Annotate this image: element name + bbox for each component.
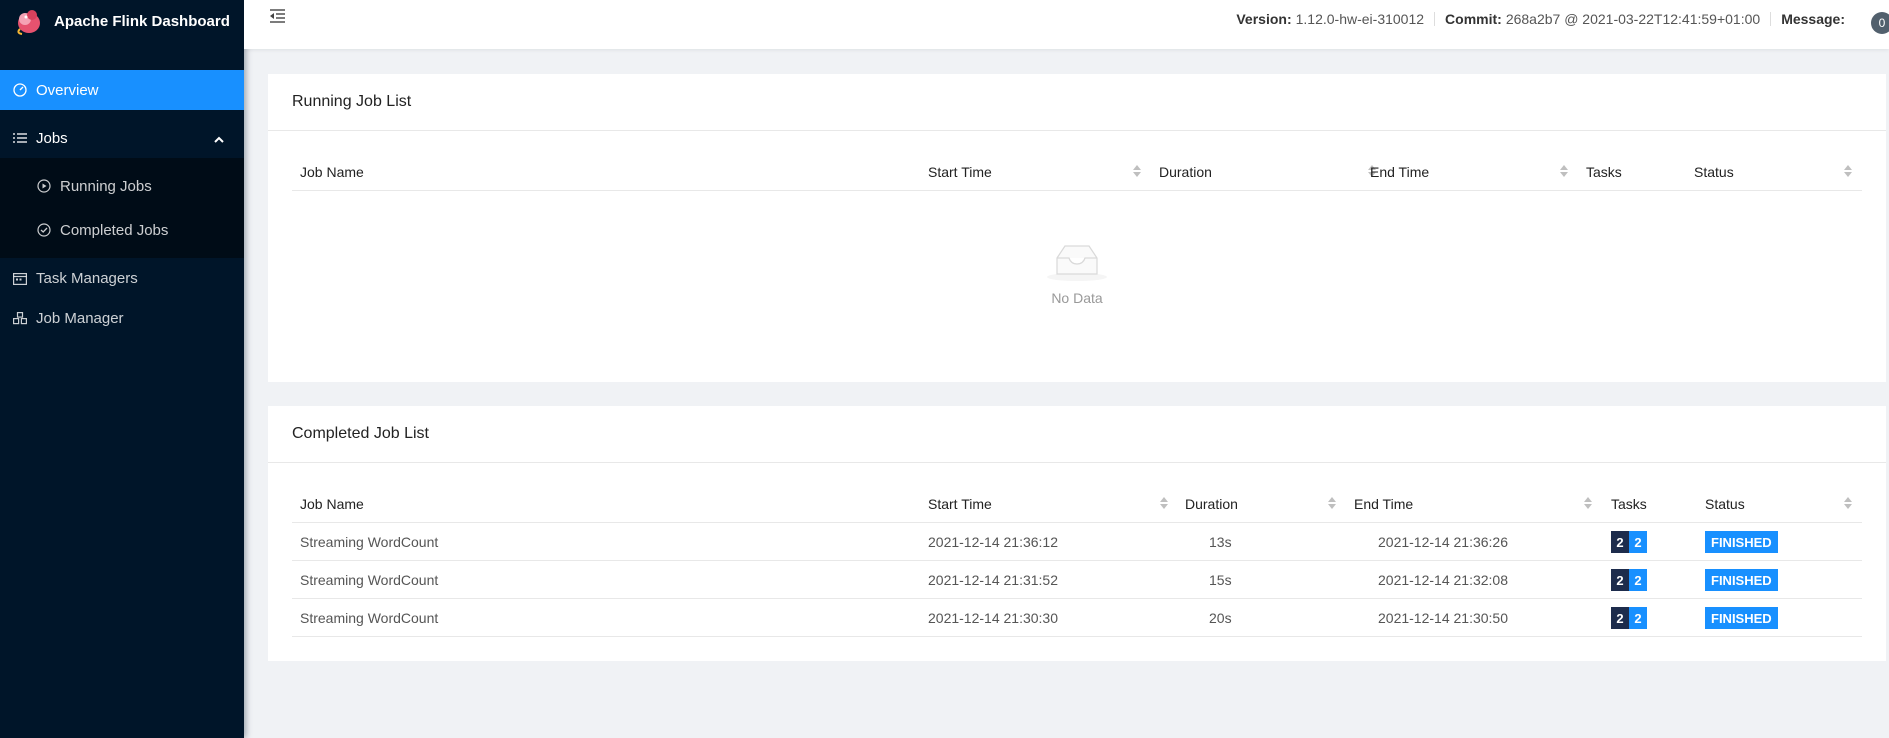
empty-state: No Data (268, 240, 1886, 306)
task-count-total: 2 (1611, 607, 1629, 629)
job-name-cell: Streaming WordCount (300, 534, 439, 550)
sidebar-item-overview[interactable]: Overview (0, 70, 244, 110)
sidebar: Apache Flink Dashboard Overview Jobs Run… (0, 0, 244, 738)
sidebar-item-label: Overview (36, 81, 99, 99)
task-counts: 2 2 (1611, 607, 1647, 629)
sidebar-item-running-jobs[interactable]: Running Jobs (0, 166, 244, 206)
chevron-up-icon (214, 131, 224, 148)
sidebar-item-label: Jobs (36, 129, 68, 147)
sort-icon[interactable] (1844, 497, 1852, 511)
task-counts: 2 2 (1611, 531, 1647, 553)
commit-value: 268a2b7 @ 2021-03-22T12:41:59+01:00 (1505, 11, 1761, 27)
divider (1434, 12, 1436, 26)
cluster-icon (12, 310, 28, 326)
brand[interactable]: Apache Flink Dashboard (0, 0, 244, 42)
card-title: Completed Job List (268, 406, 1886, 463)
column-header-start-time[interactable]: Start Time (928, 152, 992, 191)
version-value: 1.12.0-hw-ei-310012 (1295, 11, 1425, 27)
card-title: Running Job List (268, 74, 1886, 131)
inbox-icon (1045, 240, 1109, 282)
completed-jobs-table: Job Name Start Time Duration End Time Ta… (292, 484, 1862, 637)
sort-icon[interactable] (1160, 497, 1168, 511)
job-name-cell: Streaming WordCount (300, 610, 439, 626)
column-header-tasks: Tasks (1586, 163, 1622, 180)
status-badge: FINISHED (1705, 607, 1778, 629)
start-time-cell: 2021-12-14 21:30:30 (928, 610, 1058, 626)
start-time-cell: 2021-12-14 21:31:52 (928, 572, 1058, 588)
column-header-start-time[interactable]: Start Time (928, 484, 992, 523)
column-header-end-time[interactable]: End Time (1370, 152, 1429, 191)
end-time-cell: 2021-12-14 21:36:26 (1378, 534, 1508, 550)
task-count-finished: 2 (1629, 569, 1647, 591)
tasks-cell: 2 2 (1611, 599, 1647, 637)
task-count-finished: 2 (1629, 531, 1647, 553)
tasks-cell: 2 2 (1611, 523, 1647, 561)
menu-fold-icon[interactable] (268, 8, 286, 24)
task-counts: 2 2 (1611, 569, 1647, 591)
column-header-status[interactable]: Status (1705, 484, 1745, 523)
sort-icon[interactable] (1584, 497, 1592, 511)
duration-cell: 15s (1209, 572, 1232, 588)
tasks-cell: 2 2 (1611, 561, 1647, 599)
message-count-badge[interactable]: 0 (1871, 12, 1889, 34)
list-icon (12, 130, 28, 146)
task-count-finished: 2 (1629, 607, 1647, 629)
commit-label: Commit: (1445, 11, 1502, 27)
sidebar-item-completed-jobs[interactable]: Completed Jobs (0, 210, 244, 250)
sidebar-item-jobs[interactable]: Jobs (0, 118, 244, 158)
sidebar-item-label: Running Jobs (60, 177, 152, 195)
duration-cell: 20s (1209, 610, 1232, 626)
top-header: Version: 1.12.0-hw-ei-310012 Commit: 268… (244, 0, 1889, 49)
dashboard-icon (12, 82, 28, 98)
status-badge: FINISHED (1705, 531, 1778, 553)
sidebar-item-label: Job Manager (36, 309, 124, 327)
status-badge: FINISHED (1705, 569, 1778, 591)
column-header-tasks: Tasks (1611, 495, 1647, 512)
flink-logo-icon (12, 5, 44, 37)
divider (1770, 12, 1772, 26)
completed-job-list-card: Completed Job List Job Name Start Time D… (268, 406, 1886, 661)
play-circle-icon (36, 178, 52, 194)
column-header-end-time[interactable]: End Time (1354, 484, 1413, 523)
running-job-list-card: Running Job List Job Name Start Time Dur… (268, 74, 1886, 382)
sort-icon[interactable] (1133, 165, 1141, 179)
jobs-submenu: Running Jobs Completed Jobs (0, 158, 244, 258)
running-jobs-table: Job Name Start Time Duration End Time Ta… (292, 152, 1862, 191)
task-count-total: 2 (1611, 531, 1629, 553)
version-label: Version: (1236, 11, 1292, 27)
column-header-status[interactable]: Status (1694, 152, 1734, 191)
sort-icon[interactable] (1328, 497, 1336, 511)
table-row[interactable]: Streaming WordCount 2021-12-14 21:36:12 … (292, 523, 1862, 561)
column-header-job-name[interactable]: Job Name (300, 484, 364, 523)
message-label[interactable]: Message: (1781, 11, 1845, 27)
status-cell: FINISHED (1705, 523, 1778, 561)
check-circle-icon (36, 222, 52, 238)
table-row[interactable]: Streaming WordCount 2021-12-14 21:31:52 … (292, 561, 1862, 599)
schedule-icon (12, 270, 28, 286)
sidebar-item-task-managers[interactable]: Task Managers (0, 258, 244, 298)
column-header-job-name[interactable]: Job Name (300, 152, 364, 191)
end-time-cell: 2021-12-14 21:32:08 (1378, 572, 1508, 588)
column-header-duration[interactable]: Duration (1159, 152, 1212, 191)
table-row[interactable]: Streaming WordCount 2021-12-14 21:30:30 … (292, 599, 1862, 637)
sidebar-item-label: Task Managers (36, 269, 138, 287)
empty-text: No Data (1051, 290, 1103, 306)
column-header-duration[interactable]: Duration (1185, 484, 1238, 523)
end-time-cell: 2021-12-14 21:30:50 (1378, 610, 1508, 626)
table-header: Job Name Start Time Duration End Time Ta… (292, 152, 1862, 191)
brand-title: Apache Flink Dashboard (54, 12, 230, 30)
job-name-cell: Streaming WordCount (300, 572, 439, 588)
status-cell: FINISHED (1705, 561, 1778, 599)
start-time-cell: 2021-12-14 21:36:12 (928, 534, 1058, 550)
task-count-total: 2 (1611, 569, 1629, 591)
status-cell: FINISHED (1705, 599, 1778, 637)
table-header: Job Name Start Time Duration End Time Ta… (292, 484, 1862, 523)
duration-cell: 13s (1209, 534, 1232, 550)
sidebar-item-job-manager[interactable]: Job Manager (0, 298, 244, 338)
header-info: Version: 1.12.0-hw-ei-310012 Commit: 268… (1236, 11, 1849, 27)
sort-icon[interactable] (1560, 165, 1568, 179)
sort-icon[interactable] (1844, 165, 1852, 179)
sidebar-item-label: Completed Jobs (60, 221, 169, 239)
